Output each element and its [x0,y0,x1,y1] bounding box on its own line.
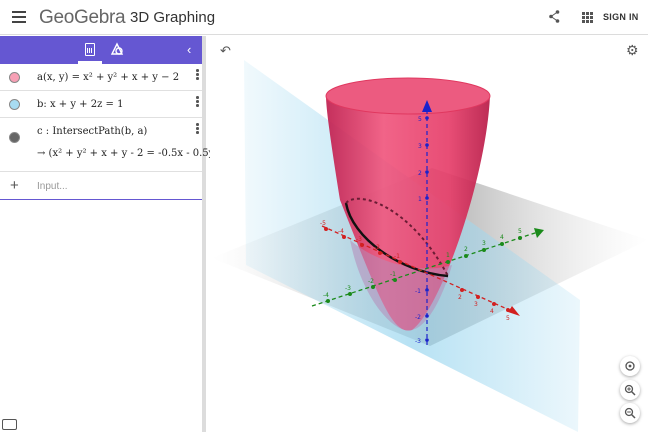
sign-in-button[interactable]: SIGN IN [603,12,639,22]
more-options-icon[interactable] [196,69,199,81]
more-options-icon[interactable] [196,96,199,108]
paraboloid-rim [325,77,491,115]
visibility-toggle-a[interactable] [9,72,20,83]
graphics-3d-view[interactable]: 5 3 2 1 -1 -2 -3 5 4 3 2 1 -1 -2 -3 -4 2… [210,36,648,432]
z-tick-label: 2 [418,170,422,177]
z-tick-label: 1 [418,196,422,203]
share-icon[interactable] [549,10,560,23]
top-bar: GeoGebra 3D Graphing SIGN IN [0,0,648,35]
x-tick-label: 4 [490,308,494,315]
z-tick-label: 5 [418,116,422,123]
z-tick-label: -2 [415,314,421,321]
x-tick-label: -4 [338,228,344,235]
y-tick-label: -1 [390,271,396,278]
y-tick-label: 5 [518,228,522,235]
collapse-panel-icon[interactable]: ‹ [187,42,191,57]
scene-3d: 5 3 2 1 -1 -2 -3 5 4 3 2 1 -1 -2 -3 -4 2… [212,60,648,432]
menu-icon[interactable] [12,11,26,23]
expression-b[interactable]: b: x + y + 2z = 1 [37,99,123,110]
undo-icon[interactable]: ↶ [220,43,231,59]
input-row[interactable]: + Input... [0,172,202,200]
algebra-row-c[interactable]: c : IntersectPath(b, a) → (x² + y² + x +… [0,118,221,172]
x-tick-label: -1 [394,253,400,260]
algebra-row-b[interactable]: b: x + y + 2z = 1 [0,91,202,118]
apps-grid-icon[interactable] [582,12,593,23]
z-tick-label: -3 [415,338,421,345]
expression-c[interactable]: c : IntersectPath(b, a) [37,126,147,137]
y-tick-label: 2 [464,246,468,253]
calculator-tab-icon[interactable] [85,43,95,56]
home-view-button[interactable] [620,356,640,376]
tools-tab-icon[interactable] [110,42,124,56]
x-tick-label: -3 [356,236,362,243]
zoom-in-icon [624,384,636,396]
zoom-out-button[interactable] [620,403,640,423]
x-tick-label: 2 [458,294,462,301]
zoom-out-icon [624,407,636,419]
input-field[interactable]: Input... [37,181,68,192]
target-icon [625,361,635,371]
visibility-toggle-c[interactable] [9,132,20,143]
keyboard-icon[interactable] [2,419,17,430]
y-tick-label: -4 [323,292,329,299]
zoom-in-button[interactable] [620,380,640,400]
y-tick-label: 1 [446,252,450,259]
z-tick-label: -1 [415,288,421,295]
expression-c-result: → (x² + y² + x + y - 2 = -0.5x - 0.5y - [37,148,221,159]
z-tick-label: 3 [418,143,422,150]
visibility-toggle-b[interactable] [9,99,20,110]
expression-a[interactable]: a(x, y) = x² + y² + x + y − 2 [37,72,179,83]
y-tick-label: 4 [500,234,504,241]
algebra-panel: ‹ a(x, y) = x² + y² + x + y − 2 b: x + y… [0,36,221,432]
settings-gear-icon[interactable]: ⚙ [626,42,639,59]
geogebra-logo: GeoGebra [39,7,126,28]
x-tick-label: 3 [474,301,478,308]
more-options-icon[interactable] [196,123,199,135]
y-tick-label: -2 [368,278,374,285]
add-icon[interactable]: + [10,177,19,194]
y-tick-label: 3 [482,240,486,247]
app-title: 3D Graphing [130,9,216,26]
algebra-row-a[interactable]: a(x, y) = x² + y² + x + y − 2 [0,64,202,91]
x-tick-label: -2 [374,244,380,251]
algebra-tab-bar: ‹ [0,36,202,64]
x-tick-label: 5 [506,315,510,322]
y-tick-label: -3 [345,285,351,292]
x-tick-label: -5 [320,220,326,227]
